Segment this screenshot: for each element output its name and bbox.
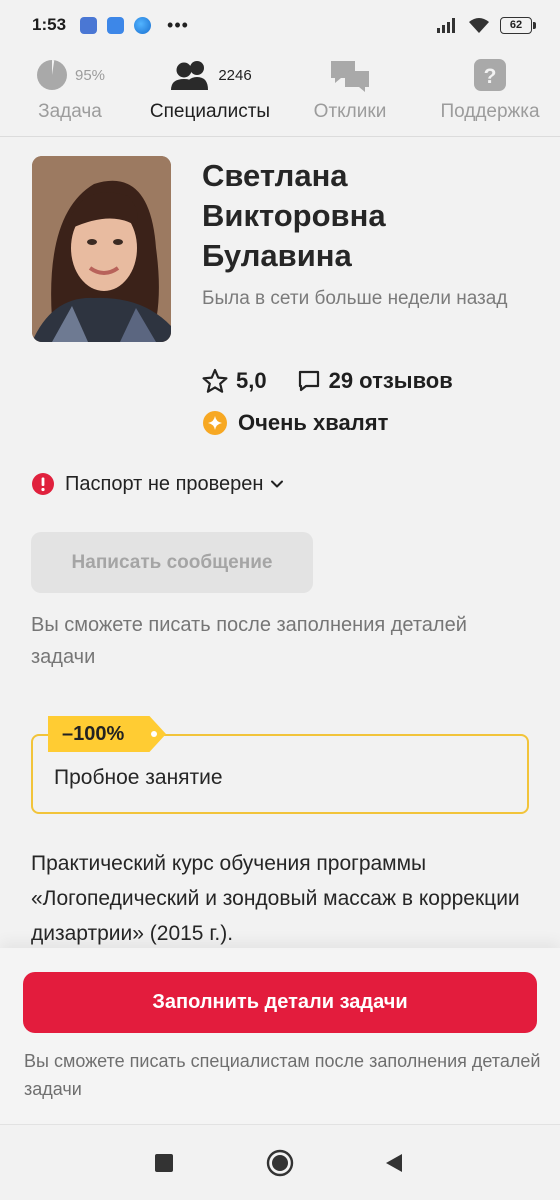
back-icon[interactable]: [382, 1151, 406, 1175]
battery-icon: 62: [500, 16, 536, 34]
reviews-link[interactable]: 29 отзывов: [297, 368, 453, 394]
tab-responses[interactable]: Отклики: [280, 50, 420, 136]
tab-specialists-label: Специалисты: [149, 101, 271, 122]
tab-task-progress: 95%: [74, 66, 106, 84]
rating-value: 5,0: [236, 368, 267, 393]
specialist-description: Практический курс обучения программы «Ло…: [31, 852, 520, 945]
write-message-button[interactable]: Написать сообщение: [31, 532, 313, 593]
message-hint: Вы сможете писать после заполнения детал…: [31, 614, 467, 668]
specialist-name: Светлана Викторовна Булавина: [202, 158, 386, 273]
fill-task-hint: Вы сможете писать специалистам после зап…: [24, 1051, 541, 1099]
tab-specialists[interactable]: 2246 Специалисты: [140, 50, 280, 136]
tab-specialists-count: 2246: [218, 66, 252, 84]
warning-icon: [32, 473, 54, 495]
chat-bubbles-icon: [331, 61, 369, 92]
trial-offer-title: Пробное занятие: [54, 766, 223, 789]
top-tabs: 95% Задача 2246 Специалисты Отклики ? По…: [0, 50, 560, 137]
app-notification-icon: [80, 16, 98, 34]
svg-text:?: ?: [484, 65, 497, 88]
fill-task-details-button[interactable]: Заполнить детали задачи: [23, 972, 537, 1033]
tab-task-label: Задача: [38, 101, 102, 122]
bottom-action-panel: Заполнить детали задачи Вы сможете писат…: [0, 948, 560, 1124]
status-time: 1:53: [32, 15, 67, 34]
discount-badge-label: –100%: [62, 722, 125, 745]
reviews-count: 29 отзывов: [328, 368, 453, 393]
screen: 1:53 ••• 62 95% Задача 2246 Специалисты …: [0, 0, 560, 1200]
star-icon: [202, 368, 228, 393]
signal-icon: [437, 18, 455, 33]
pie-chart-icon: [36, 60, 67, 90]
passport-status[interactable]: Паспорт не проверен: [31, 468, 285, 500]
avatar: [32, 156, 171, 342]
home-icon[interactable]: [266, 1149, 294, 1177]
last-seen: Была в сети больше недели назад: [202, 288, 508, 309]
browser-notification-icon: [134, 16, 152, 34]
passport-status-label: Паспорт не проверен: [65, 472, 264, 495]
wifi-icon: [469, 17, 489, 33]
tab-support[interactable]: ? Поддержка: [420, 50, 560, 136]
comment-icon: [298, 370, 319, 392]
tab-support-label: Поддержка: [440, 101, 540, 122]
more-notifications-icon: •••: [167, 14, 189, 35]
question-icon: ?: [474, 59, 506, 91]
rating-row: 5,0 29 отзывов: [202, 364, 453, 398]
app-notification-icon: [107, 16, 125, 34]
status-right: 62: [436, 16, 536, 34]
users-icon: [171, 61, 209, 90]
badge-dot: [151, 731, 157, 737]
praise-row: Очень хвалят: [202, 406, 388, 440]
status-bar: 1:53 ••• 62: [0, 0, 560, 50]
chevron-down-icon: [271, 480, 284, 488]
discount-badge: –100%: [48, 716, 166, 752]
system-nav-bar: [0, 1124, 560, 1200]
tab-responses-label: Отклики: [313, 101, 387, 122]
tab-task[interactable]: 95% Задача: [0, 50, 140, 136]
sparkle-icon: [203, 411, 227, 435]
praise-label: Очень хвалят: [238, 410, 389, 435]
recent-apps-icon[interactable]: [152, 1151, 176, 1175]
